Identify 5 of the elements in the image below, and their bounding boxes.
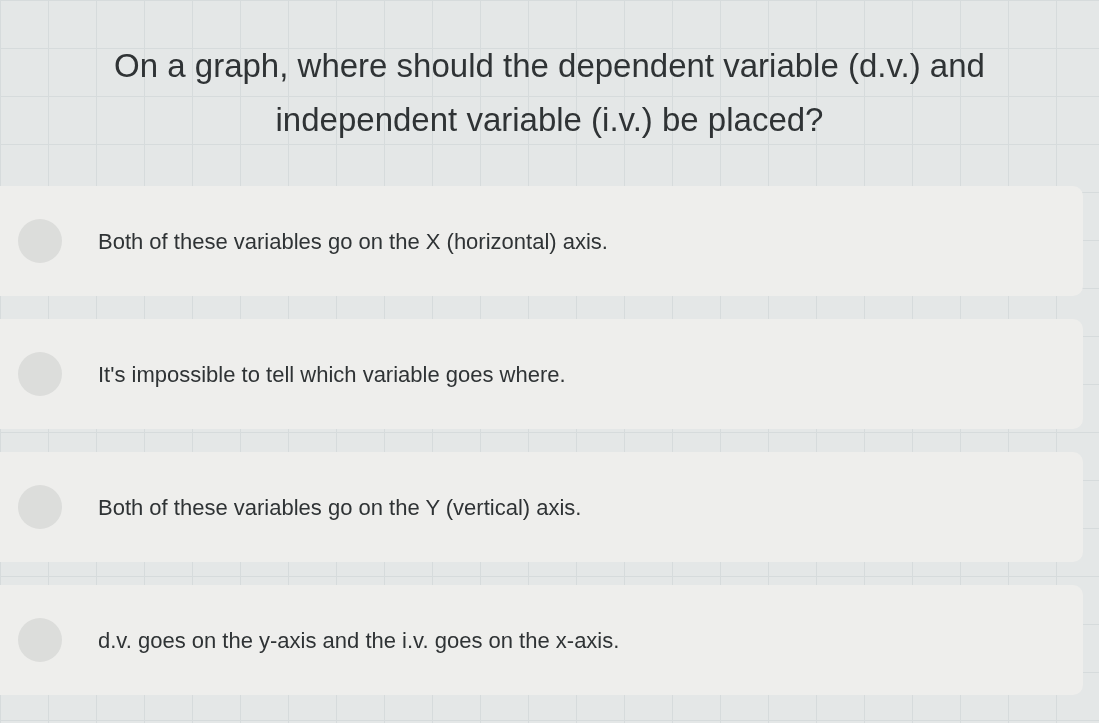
answer-option[interactable]: It's impossible to tell which variable goes where. [0,319,1083,429]
answer-option[interactable]: d.v. goes on the y-axis and the i.v. goes on the x-axis. [0,585,1083,695]
answer-option[interactable]: Both of these variables go on the X (horizontal) axis. [0,186,1083,296]
question-text: On a graph, where should the dependent variable (d.v.) and independent variable (i.v.) be placed? [113,46,986,140]
answer-option[interactable]: Both of these variables go on the Y (vertical) axis. [0,452,1083,562]
